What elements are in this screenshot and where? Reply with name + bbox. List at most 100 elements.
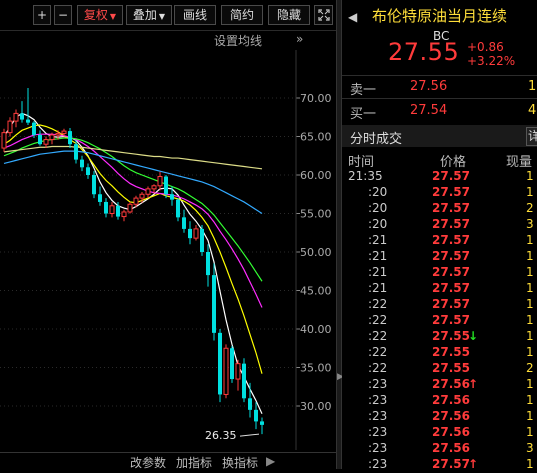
candle-body [13, 112, 19, 122]
chart-toolbar: + − 复权 ▼ 叠加 ▼ 画线 简约 隐藏 [0, 0, 336, 30]
trade-price: 27.56 [432, 441, 470, 455]
candle-body [116, 205, 120, 217]
trade-row[interactable]: :22 27.57 1 [342, 313, 537, 329]
trade-time: :21 [368, 249, 388, 263]
simple-mode-button[interactable]: 简约 [221, 5, 263, 25]
trade-row[interactable]: :23 27.56 3 [342, 441, 537, 457]
hide-button[interactable]: 隐藏 [268, 5, 310, 25]
candle-body [170, 194, 174, 200]
divider [342, 98, 537, 99]
trade-time: :20 [368, 201, 388, 215]
restore-right-label: 复权 [83, 8, 108, 22]
candle-body [182, 217, 186, 229]
trade-row[interactable]: :21 27.57 1 [342, 265, 537, 281]
trades-header: 分时成交 详 [342, 125, 537, 147]
trade-qty: 2 [526, 361, 534, 375]
arrow-up-icon: ↑ [468, 377, 479, 391]
switch-indicator-button[interactable]: 换指标 [222, 454, 258, 471]
add-indicator-button[interactable]: 加指标 [176, 454, 212, 471]
trade-row[interactable]: :23 27.57 ↑ 1 [342, 457, 537, 473]
sell1-price: 27.56 [410, 79, 448, 94]
trade-qty: 1 [526, 345, 534, 359]
y-tick-label: 45.00 [300, 285, 332, 298]
buy1-qty: 4 [528, 103, 537, 118]
restore-right-dropdown[interactable]: 复权 ▼ [77, 5, 123, 25]
instrument-name: 布伦特原油当月连续 [372, 7, 508, 25]
trade-time: :22 [368, 297, 388, 311]
candle-layer [1, 87, 264, 435]
trade-row[interactable]: :21 27.57 1 [342, 249, 537, 265]
trade-time: :22 [368, 361, 388, 375]
trade-qty: 3 [526, 217, 534, 231]
trade-time: :20 [368, 185, 388, 199]
y-tick-label: 60.00 [300, 169, 332, 182]
expand-icon[interactable] [314, 5, 333, 25]
candle-body [104, 201, 108, 214]
ma-settings-link[interactable]: 设置均线 [214, 32, 262, 49]
trade-time: :23 [368, 393, 388, 407]
overlay-label: 叠加 [132, 8, 157, 22]
trade-price: 27.56 [432, 393, 470, 407]
trade-row[interactable]: :21 27.57 1 [342, 233, 537, 249]
trade-row[interactable]: :21 27.57 1 [342, 281, 537, 297]
trade-qty: 1 [526, 377, 534, 391]
candle-body [139, 193, 145, 199]
y-tick-label: 65.00 [300, 131, 332, 144]
detail-tab[interactable]: 详 [526, 127, 537, 146]
y-tick-label: 55.00 [300, 208, 332, 221]
candle-body [235, 363, 241, 380]
back-arrow-icon[interactable]: ◀ [348, 10, 357, 24]
trade-row[interactable]: :20 27.57 3 [342, 217, 537, 233]
trade-price: 27.57 [432, 185, 470, 199]
trade-row[interactable]: :23 27.56 ↑ 1 [342, 377, 537, 393]
trade-price: 27.57 [432, 233, 470, 247]
chart-pane[interactable]: + − 复权 ▼ 叠加 ▼ 画线 简约 隐藏 设置均线 » 70.00 65.00 60… [0, 0, 336, 471]
edit-params-button[interactable]: 改参数 [130, 454, 166, 471]
candle-body [218, 332, 222, 395]
trade-time: :21 [368, 265, 388, 279]
trade-price: 27.56 [432, 377, 470, 391]
trade-row[interactable]: 21:35 27.57 1 [342, 169, 537, 185]
trade-time: 21:35 [348, 169, 383, 183]
candlestick-chart[interactable]: 70.00 65.00 60.00 55.00 50.00 45.00 40.00 35.00… [0, 50, 336, 450]
trade-row[interactable]: :22 27.55 1 [342, 345, 537, 361]
low-annotation-arrow [239, 433, 260, 437]
zoom-out-button[interactable]: − [54, 5, 72, 25]
y-tick-label: 70.00 [300, 92, 332, 105]
candle-body [109, 205, 115, 215]
trade-qty: 1 [526, 329, 534, 343]
double-chevron-icon[interactable]: » [296, 32, 303, 46]
trade-qty: 1 [526, 265, 534, 279]
candle-body [176, 199, 180, 218]
trade-qty: 1 [526, 425, 534, 439]
overlay-dropdown[interactable]: 叠加 ▼ [126, 5, 172, 25]
candle-body [151, 185, 157, 190]
trade-price: 27.56 [432, 409, 470, 423]
candle-body [212, 275, 216, 333]
candle-body [127, 203, 133, 213]
candle-body [260, 421, 264, 425]
trade-row[interactable]: :23 27.56 1 [342, 409, 537, 425]
trade-row[interactable]: :23 27.56 1 [342, 425, 537, 441]
trade-qty: 1 [526, 297, 534, 311]
trade-row[interactable]: :22 27.55 2 [342, 361, 537, 377]
trade-row[interactable]: :20 27.57 1 [342, 185, 537, 201]
trade-row[interactable]: :22 27.55 ↓ 1 [342, 329, 537, 345]
trade-qty: 1 [526, 281, 534, 295]
trade-row[interactable]: :22 27.57 1 [342, 297, 537, 313]
y-tick-label: 40.00 [300, 323, 332, 336]
ma-line [3, 145, 263, 170]
trade-qty: 2 [526, 201, 534, 215]
dropdown-caret-icon: ▼ [109, 12, 117, 21]
zoom-in-button[interactable]: + [33, 5, 51, 25]
trade-time: :20 [368, 217, 388, 231]
candle-body [248, 398, 252, 410]
trade-row[interactable]: :20 27.57 2 [342, 201, 537, 217]
scroll-right-icon[interactable]: ▶ [266, 454, 275, 468]
candle-body [26, 119, 30, 123]
trade-row[interactable]: :23 27.56 1 [342, 393, 537, 409]
trade-price: 27.57 [432, 313, 470, 327]
draw-line-button[interactable]: 画线 [174, 5, 216, 25]
last-price: 27.55 [388, 38, 460, 66]
candle-body [86, 167, 90, 175]
